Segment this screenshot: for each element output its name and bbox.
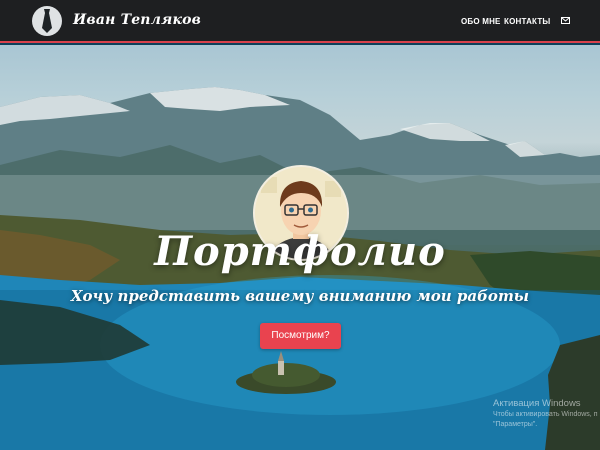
windows-activation-watermark: Активация Windows Чтобы активировать Win…	[493, 398, 600, 430]
logo[interactable]	[32, 6, 62, 36]
watermark-line-1: Чтобы активировать Windows, п	[493, 411, 598, 418]
watermark-line-2: "Параметры".	[493, 421, 538, 428]
nav-link-about[interactable]: ОБО МНЕ	[461, 17, 501, 26]
view-portfolio-button[interactable]: Посмотрим?	[260, 323, 341, 349]
hero-title: Портфолио	[154, 228, 446, 275]
watermark-title: Активация Windows	[493, 398, 581, 409]
navbar: Иван Тепляков ОБО МНЕ КОНТАКТЫ	[0, 0, 600, 43]
hero-section: Портфолио Хочу представить вашему вниман…	[0, 45, 600, 450]
envelope-icon[interactable]	[561, 17, 570, 24]
hero-subtitle: Хочу представить вашему вниманию мои раб…	[70, 287, 530, 305]
nav-link-contacts[interactable]: КОНТАКТЫ	[504, 17, 550, 26]
tie-icon	[42, 9, 52, 33]
brand-name[interactable]: Иван Тепляков	[73, 12, 201, 28]
